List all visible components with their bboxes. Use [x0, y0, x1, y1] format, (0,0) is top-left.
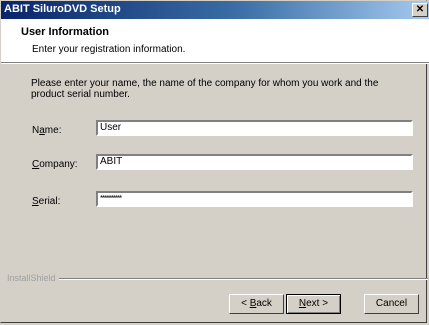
serial-field[interactable]: ********** [96, 191, 413, 207]
header-divider [1, 63, 429, 64]
serial-label: Serial: [32, 196, 60, 207]
name-label-post: me: [44, 125, 62, 136]
company-label: Company: [32, 159, 78, 170]
page-subtitle: Enter your registration information. [32, 44, 186, 55]
title-bar[interactable]: ABIT SiluroDVD Setup ✕ [1, 1, 429, 19]
close-icon[interactable]: ✕ [412, 3, 428, 17]
company-label-post: ompany: [39, 159, 78, 170]
serial-label-access: S [32, 196, 39, 207]
cancel-button[interactable]: Cancel [364, 294, 419, 314]
footer-divider [41, 278, 428, 280]
name-label: Name: [32, 125, 61, 136]
company-field[interactable]: ABIT [96, 154, 413, 170]
serial-label-post: erial: [38, 196, 61, 207]
page-title: User Information [21, 26, 110, 38]
instructions-text: Please enter your name, the name of the … [31, 78, 379, 100]
back-label-pre: < [241, 298, 250, 309]
next-label-post: ext > [306, 298, 329, 309]
window-title: ABIT SiluroDVD Setup [4, 3, 121, 15]
installshield-brand: InstallShield [7, 273, 59, 283]
page-header: User Information Enter your registration… [1, 19, 429, 63]
setup-window: ABIT SiluroDVD Setup ✕ User Information … [0, 0, 429, 323]
name-field[interactable]: User [96, 120, 413, 136]
back-label-post: ack [256, 298, 272, 309]
back-button[interactable]: < Back [229, 294, 284, 314]
next-button[interactable]: Next > [286, 294, 341, 314]
